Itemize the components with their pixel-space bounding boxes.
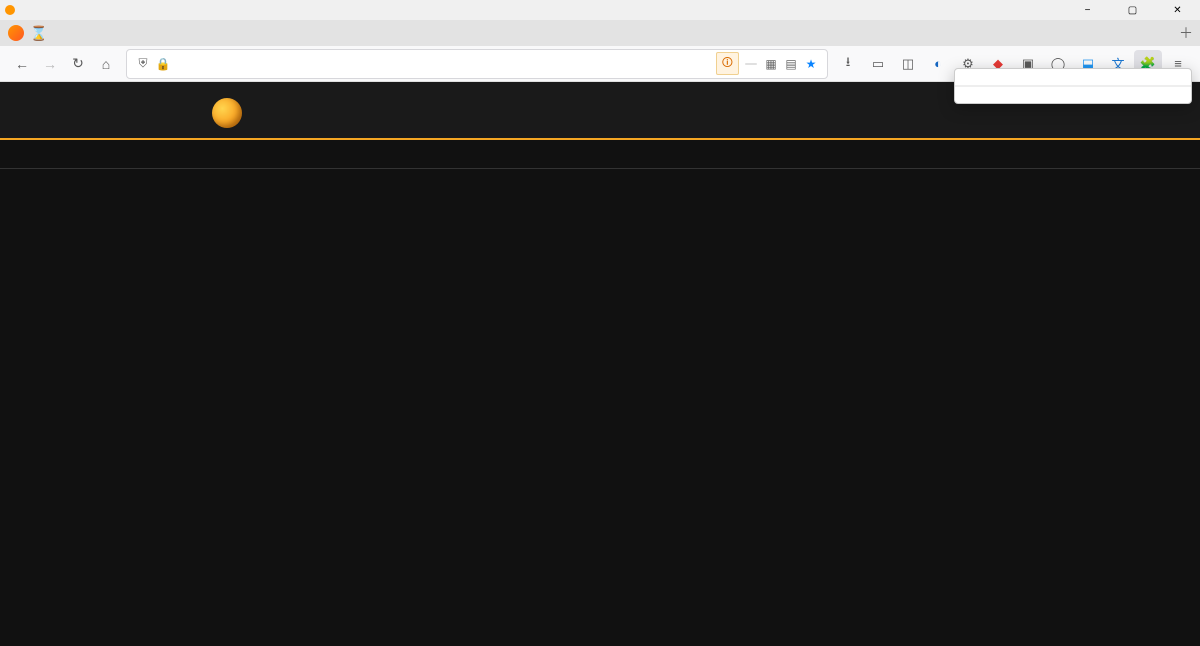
toolbar-extension-1[interactable]: ◐ [924,50,952,78]
bookmark-star-icon[interactable]: ★ [803,56,819,72]
extensions-panel [954,68,1192,104]
downloads-button[interactable]: ⭳ [834,50,862,78]
container-badge[interactable]: 🛈 [716,52,739,75]
shield-icon[interactable]: ⛨ [135,56,151,72]
tab-strip: ⌛ ＋ [0,20,1200,46]
reload-button[interactable]: ↻ [64,50,92,78]
page-content [0,82,1200,646]
url-text [173,57,712,71]
lock-icon[interactable]: 🔒 [155,56,171,72]
logo-icon [212,98,242,128]
url-bar[interactable]: ⛨ 🔒 🛈 ▦ ▤ ★ [126,49,828,79]
close-button[interactable]: ✕ [1155,0,1200,20]
window-titlebar: − ▢ ✕ [0,0,1200,20]
library-button[interactable]: ▭ [864,50,892,78]
maximize-button[interactable]: ▢ [1110,0,1155,20]
feed-icon[interactable]: ▤ [783,56,799,72]
tab-loading-indicator: ⌛ [28,20,50,46]
profile-button[interactable] [4,20,28,46]
qr-icon[interactable]: ▦ [763,56,779,72]
new-tab-button[interactable]: ＋ [1172,20,1200,46]
extensions-panel-title [955,69,1191,86]
manage-extensions-link[interactable] [955,86,1191,103]
zoom-badge[interactable] [745,63,757,65]
minimize-button[interactable]: − [1065,0,1110,20]
forward-button[interactable]: → [36,50,64,78]
sidebar-button[interactable]: ◫ [894,50,922,78]
home-button[interactable]: ⌂ [92,50,120,78]
firefox-icon [4,4,16,16]
back-button[interactable]: ← [8,50,36,78]
